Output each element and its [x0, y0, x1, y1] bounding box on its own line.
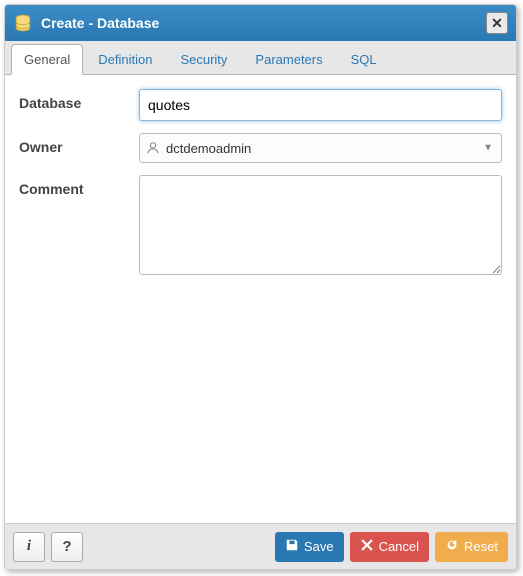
comment-label: Comment: [19, 175, 139, 278]
reset-icon: [445, 538, 459, 555]
user-icon: [146, 141, 160, 155]
row-owner: Owner dctdemoadmin ▼: [19, 133, 502, 163]
help-icon: ?: [62, 538, 71, 555]
dialog-footer: i ? Save Cancel: [5, 523, 516, 569]
save-icon: [285, 538, 299, 555]
create-database-dialog: Create - Database ✕ General Definition S…: [4, 4, 517, 570]
tab-general[interactable]: General: [11, 44, 83, 75]
tab-sql[interactable]: SQL: [338, 44, 390, 74]
info-button[interactable]: i: [13, 532, 45, 562]
tab-content-general: Database Owner dctdemoadmin ▼ Comment: [5, 75, 516, 523]
tab-parameters[interactable]: Parameters: [242, 44, 335, 74]
help-button[interactable]: ?: [51, 532, 83, 562]
tab-definition[interactable]: Definition: [85, 44, 165, 74]
owner-select[interactable]: dctdemoadmin ▼: [139, 133, 502, 163]
save-button[interactable]: Save: [275, 532, 344, 562]
database-label: Database: [19, 89, 139, 121]
database-icon: [13, 13, 33, 33]
cancel-icon: [360, 538, 374, 555]
close-button[interactable]: ✕: [486, 12, 508, 34]
owner-value: dctdemoadmin: [166, 141, 251, 156]
cancel-label: Cancel: [379, 539, 419, 554]
row-database: Database: [19, 89, 502, 121]
close-icon: ✕: [491, 15, 503, 32]
reset-button[interactable]: Reset: [435, 532, 508, 562]
row-comment: Comment: [19, 175, 502, 278]
tab-security[interactable]: Security: [167, 44, 240, 74]
chevron-down-icon: ▼: [483, 143, 493, 154]
reset-label: Reset: [464, 539, 498, 554]
titlebar: Create - Database ✕: [5, 5, 516, 41]
comment-textarea[interactable]: [139, 175, 502, 275]
info-icon: i: [27, 538, 31, 555]
tab-bar: General Definition Security Parameters S…: [5, 41, 516, 75]
owner-label: Owner: [19, 133, 139, 163]
database-input[interactable]: [139, 89, 502, 121]
save-label: Save: [304, 539, 334, 554]
cancel-button[interactable]: Cancel: [350, 532, 429, 562]
dialog-title: Create - Database: [41, 15, 486, 31]
